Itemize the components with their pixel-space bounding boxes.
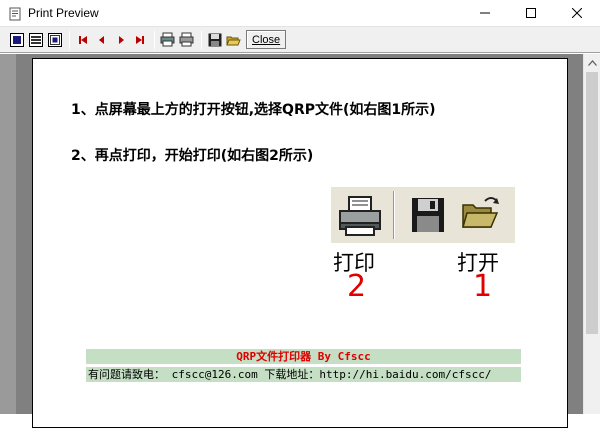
chevron-up-icon bbox=[588, 59, 597, 66]
preview-area[interactable]: 1、点屏幕最上方的打开按钮,选择QRP文件(如右图1所示) 2、再点打印，开始打… bbox=[0, 54, 583, 428]
banner-contact: 有问题请致电： cfscc@126.com 下载地址：http://hi.bai… bbox=[86, 367, 521, 382]
fit-page-icon[interactable] bbox=[8, 31, 25, 48]
maximize-icon bbox=[526, 8, 536, 18]
save-icon bbox=[412, 198, 444, 232]
toolbar-separator bbox=[69, 30, 70, 49]
last-page-icon[interactable] bbox=[131, 31, 148, 48]
printer-setup-icon[interactable] bbox=[159, 31, 176, 48]
minimize-button[interactable] bbox=[462, 0, 508, 26]
scroll-thumb[interactable] bbox=[586, 72, 598, 334]
window-title: Print Preview bbox=[28, 6, 99, 20]
maximize-button[interactable] bbox=[508, 0, 554, 26]
scroll-up-button[interactable] bbox=[584, 54, 600, 71]
close-icon bbox=[572, 8, 582, 18]
toolbar-separator bbox=[154, 30, 155, 49]
save-icon[interactable] bbox=[206, 31, 223, 48]
next-page-icon[interactable] bbox=[112, 31, 129, 48]
instruction-line-1: 1、点屏幕最上方的打开按钮,选择QRP文件(如右图1所示) bbox=[71, 102, 436, 118]
close-button[interactable]: Close bbox=[246, 30, 287, 49]
banner-title: QRP文件打印器 By Cfscc bbox=[86, 349, 521, 364]
print-icon bbox=[339, 196, 381, 236]
instruction-line-2: 2、再点打印，开始打印(如右图2所示) bbox=[71, 148, 314, 164]
step-number-open: 1 bbox=[473, 269, 493, 304]
first-page-icon[interactable] bbox=[74, 31, 91, 48]
minimize-icon bbox=[480, 12, 490, 14]
title-bar: Print Preview bbox=[0, 0, 600, 26]
close-window-button[interactable] bbox=[554, 0, 600, 26]
fit-width-icon[interactable] bbox=[27, 31, 44, 48]
vertical-scrollbar[interactable] bbox=[583, 54, 600, 414]
open-icon[interactable] bbox=[225, 31, 242, 48]
toolbar-separator bbox=[201, 30, 202, 49]
print-icon[interactable] bbox=[178, 31, 195, 48]
open-icon bbox=[462, 197, 499, 228]
prev-page-icon[interactable] bbox=[93, 31, 110, 48]
preview-gutter bbox=[0, 54, 16, 414]
preview-page: 1、点屏幕最上方的打开按钮,选择QRP文件(如右图1所示) 2、再点打印，开始打… bbox=[32, 58, 568, 428]
step-number-print: 2 bbox=[347, 269, 367, 304]
app-icon bbox=[8, 6, 22, 21]
zoom-icon[interactable] bbox=[46, 31, 63, 48]
toolbar: Close bbox=[0, 26, 600, 53]
toolbar-screenshot bbox=[331, 187, 515, 243]
